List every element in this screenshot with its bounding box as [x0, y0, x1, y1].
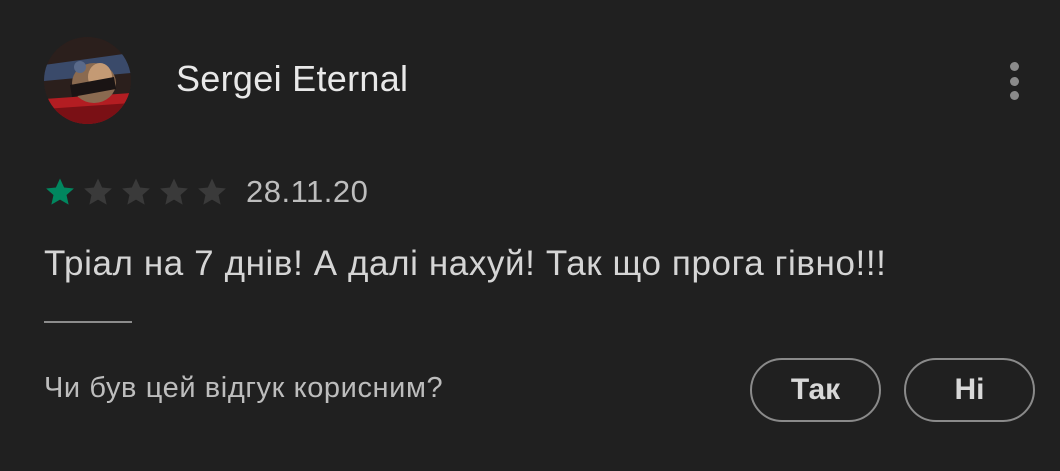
menu-dot — [1009, 91, 1019, 100]
review-text: Тріал на 7 днів! А далі нахуй! Так що пр… — [44, 244, 887, 283]
star-empty-icon — [198, 178, 226, 205]
menu-dot — [1009, 76, 1019, 86]
more-vert-icon[interactable] — [996, 58, 1032, 104]
helpful-yes-button[interactable]: Так — [750, 358, 881, 422]
helpful-question: Чи був цей відгук корисним? — [44, 372, 444, 404]
helpful-no-button[interactable]: Ні — [904, 358, 1035, 422]
menu-dot — [1009, 62, 1019, 71]
star-filled-icon — [46, 178, 74, 205]
avatar — [44, 37, 131, 124]
star-empty-icon — [84, 178, 112, 205]
divider — [44, 321, 132, 323]
star-empty-icon — [122, 178, 150, 205]
avatar-image — [44, 37, 131, 124]
review-card: Sergei Eternal 28.11.20 Тріал на 7 днів!… — [0, 0, 1060, 471]
author-name: Sergei Eternal — [176, 58, 409, 99]
star-empty-icon — [160, 178, 188, 205]
review-date: 28.11.20 — [246, 174, 369, 209]
star-rating — [43, 175, 229, 209]
